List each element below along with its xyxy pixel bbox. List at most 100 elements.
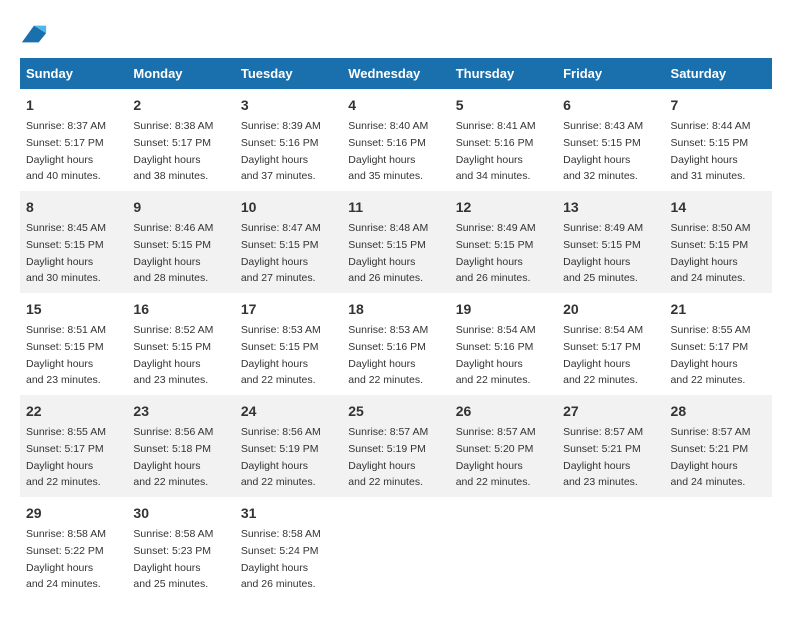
- day-info: Sunrise: 8:50 AMSunset: 5:15 PMDaylight …: [671, 222, 751, 284]
- logo: [20, 20, 52, 48]
- day-cell: [342, 497, 449, 599]
- day-number: 27: [563, 401, 658, 422]
- calendar-header: SundayMondayTuesdayWednesdayThursdayFrid…: [20, 58, 772, 89]
- day-number: 23: [133, 401, 228, 422]
- page-header: [20, 20, 772, 48]
- header-day-friday: Friday: [557, 58, 664, 89]
- day-number: 24: [241, 401, 336, 422]
- day-cell: 27 Sunrise: 8:57 AMSunset: 5:21 PMDayligh…: [557, 395, 664, 497]
- logo-icon: [20, 20, 48, 48]
- day-number: 16: [133, 299, 228, 320]
- day-info: Sunrise: 8:48 AMSunset: 5:15 PMDaylight …: [348, 222, 428, 284]
- day-number: 5: [456, 95, 551, 116]
- day-number: 31: [241, 503, 336, 524]
- day-cell: 26 Sunrise: 8:57 AMSunset: 5:20 PMDayligh…: [450, 395, 557, 497]
- day-number: 25: [348, 401, 443, 422]
- header-day-wednesday: Wednesday: [342, 58, 449, 89]
- day-cell: 25 Sunrise: 8:57 AMSunset: 5:19 PMDayligh…: [342, 395, 449, 497]
- day-number: 18: [348, 299, 443, 320]
- day-number: 21: [671, 299, 766, 320]
- header-day-saturday: Saturday: [665, 58, 772, 89]
- day-cell: 6 Sunrise: 8:43 AMSunset: 5:15 PMDaylight…: [557, 89, 664, 191]
- header-day-tuesday: Tuesday: [235, 58, 342, 89]
- day-cell: 17 Sunrise: 8:53 AMSunset: 5:15 PMDayligh…: [235, 293, 342, 395]
- day-info: Sunrise: 8:47 AMSunset: 5:15 PMDaylight …: [241, 222, 321, 284]
- day-number: 22: [26, 401, 121, 422]
- week-row-4: 22 Sunrise: 8:55 AMSunset: 5:17 PMDayligh…: [20, 395, 772, 497]
- day-info: Sunrise: 8:43 AMSunset: 5:15 PMDaylight …: [563, 120, 643, 182]
- day-number: 3: [241, 95, 336, 116]
- header-day-sunday: Sunday: [20, 58, 127, 89]
- day-cell: 15Sunrise: 8:51 AMSunset: 5:15 PMDayligh…: [20, 293, 127, 395]
- day-cell: 14 Sunrise: 8:50 AMSunset: 5:15 PMDayligh…: [665, 191, 772, 293]
- day-info: Sunrise: 8:45 AMSunset: 5:15 PMDaylight …: [26, 222, 106, 284]
- day-cell: 11 Sunrise: 8:48 AMSunset: 5:15 PMDayligh…: [342, 191, 449, 293]
- day-number: 4: [348, 95, 443, 116]
- day-info: Sunrise: 8:39 AMSunset: 5:16 PMDaylight …: [241, 120, 321, 182]
- day-cell: 7 Sunrise: 8:44 AMSunset: 5:15 PMDaylight…: [665, 89, 772, 191]
- day-cell: 30 Sunrise: 8:58 AMSunset: 5:23 PMDayligh…: [127, 497, 234, 599]
- day-info: Sunrise: 8:58 AMSunset: 5:24 PMDaylight …: [241, 528, 321, 590]
- week-row-3: 15Sunrise: 8:51 AMSunset: 5:15 PMDayligh…: [20, 293, 772, 395]
- day-info: Sunrise: 8:56 AMSunset: 5:18 PMDaylight …: [133, 426, 213, 488]
- day-cell: 24Sunrise: 8:56 AMSunset: 5:19 PMDayligh…: [235, 395, 342, 497]
- day-info: Sunrise: 8:52 AMSunset: 5:15 PMDaylight …: [133, 324, 213, 386]
- day-number: 7: [671, 95, 766, 116]
- day-cell: 1Sunrise: 8:37 AMSunset: 5:17 PMDaylight…: [20, 89, 127, 191]
- day-cell: 12 Sunrise: 8:49 AMSunset: 5:15 PMDayligh…: [450, 191, 557, 293]
- day-number: 9: [133, 197, 228, 218]
- day-info: Sunrise: 8:58 AMSunset: 5:23 PMDaylight …: [133, 528, 213, 590]
- day-cell: 31 Sunrise: 8:58 AMSunset: 5:24 PMDayligh…: [235, 497, 342, 599]
- header-row: SundayMondayTuesdayWednesdayThursdayFrid…: [20, 58, 772, 89]
- day-info: Sunrise: 8:49 AMSunset: 5:15 PMDaylight …: [456, 222, 536, 284]
- day-number: 30: [133, 503, 228, 524]
- day-info: Sunrise: 8:38 AMSunset: 5:17 PMDaylight …: [133, 120, 213, 182]
- day-number: 1: [26, 95, 121, 116]
- day-cell: 29 Sunrise: 8:58 AMSunset: 5:22 PMDayligh…: [20, 497, 127, 599]
- day-info: Sunrise: 8:53 AMSunset: 5:16 PMDaylight …: [348, 324, 428, 386]
- day-info: Sunrise: 8:44 AMSunset: 5:15 PMDaylight …: [671, 120, 751, 182]
- header-day-monday: Monday: [127, 58, 234, 89]
- day-cell: 13Sunrise: 8:49 AMSunset: 5:15 PMDayligh…: [557, 191, 664, 293]
- day-cell: 19 Sunrise: 8:54 AMSunset: 5:16 PMDayligh…: [450, 293, 557, 395]
- day-info: Sunrise: 8:40 AMSunset: 5:16 PMDaylight …: [348, 120, 428, 182]
- day-cell: 28Sunrise: 8:57 AMSunset: 5:21 PMDayligh…: [665, 395, 772, 497]
- day-info: Sunrise: 8:54 AMSunset: 5:17 PMDaylight …: [563, 324, 643, 386]
- day-number: 11: [348, 197, 443, 218]
- day-info: Sunrise: 8:58 AMSunset: 5:22 PMDaylight …: [26, 528, 106, 590]
- day-cell: 8Sunrise: 8:45 AMSunset: 5:15 PMDaylight…: [20, 191, 127, 293]
- day-info: Sunrise: 8:57 AMSunset: 5:19 PMDaylight …: [348, 426, 428, 488]
- day-number: 17: [241, 299, 336, 320]
- day-info: Sunrise: 8:57 AMSunset: 5:21 PMDaylight …: [671, 426, 751, 488]
- day-info: Sunrise: 8:46 AMSunset: 5:15 PMDaylight …: [133, 222, 213, 284]
- week-row-5: 29 Sunrise: 8:58 AMSunset: 5:22 PMDayligh…: [20, 497, 772, 599]
- day-info: Sunrise: 8:57 AMSunset: 5:21 PMDaylight …: [563, 426, 643, 488]
- day-cell: 16 Sunrise: 8:52 AMSunset: 5:15 PMDayligh…: [127, 293, 234, 395]
- day-number: 6: [563, 95, 658, 116]
- day-cell: 2 Sunrise: 8:38 AMSunset: 5:17 PMDaylight…: [127, 89, 234, 191]
- day-info: Sunrise: 8:53 AMSunset: 5:15 PMDaylight …: [241, 324, 321, 386]
- day-info: Sunrise: 8:55 AMSunset: 5:17 PMDaylight …: [671, 324, 751, 386]
- calendar-body: 1Sunrise: 8:37 AMSunset: 5:17 PMDaylight…: [20, 89, 772, 599]
- day-info: Sunrise: 8:57 AMSunset: 5:20 PMDaylight …: [456, 426, 536, 488]
- day-cell: [450, 497, 557, 599]
- day-info: Sunrise: 8:54 AMSunset: 5:16 PMDaylight …: [456, 324, 536, 386]
- day-info: Sunrise: 8:55 AMSunset: 5:17 PMDaylight …: [26, 426, 106, 488]
- day-number: 14: [671, 197, 766, 218]
- day-info: Sunrise: 8:41 AMSunset: 5:16 PMDaylight …: [456, 120, 536, 182]
- day-number: 26: [456, 401, 551, 422]
- day-number: 29: [26, 503, 121, 524]
- day-number: 2: [133, 95, 228, 116]
- day-number: 12: [456, 197, 551, 218]
- day-cell: 9 Sunrise: 8:46 AMSunset: 5:15 PMDaylight…: [127, 191, 234, 293]
- day-cell: [665, 497, 772, 599]
- day-cell: 4 Sunrise: 8:40 AMSunset: 5:16 PMDaylight…: [342, 89, 449, 191]
- day-cell: 21 Sunrise: 8:55 AMSunset: 5:17 PMDayligh…: [665, 293, 772, 395]
- day-cell: [557, 497, 664, 599]
- day-cell: 10Sunrise: 8:47 AMSunset: 5:15 PMDayligh…: [235, 191, 342, 293]
- day-cell: 22 Sunrise: 8:55 AMSunset: 5:17 PMDayligh…: [20, 395, 127, 497]
- day-cell: 5 Sunrise: 8:41 AMSunset: 5:16 PMDaylight…: [450, 89, 557, 191]
- header-day-thursday: Thursday: [450, 58, 557, 89]
- day-cell: 23 Sunrise: 8:56 AMSunset: 5:18 PMDayligh…: [127, 395, 234, 497]
- day-number: 19: [456, 299, 551, 320]
